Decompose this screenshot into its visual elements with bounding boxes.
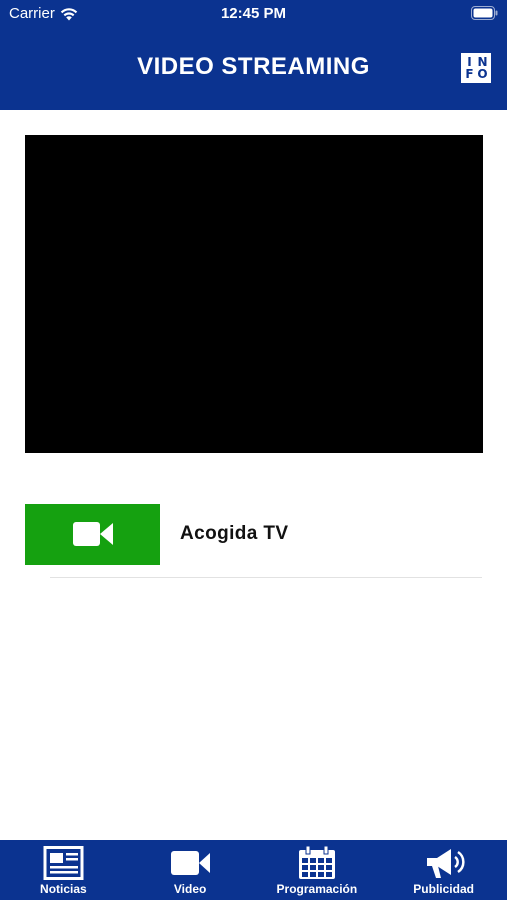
tab-programacion[interactable]: Programación [254,840,381,900]
tab-video[interactable]: Video [127,840,254,900]
tab-noticias[interactable]: Noticias [0,840,127,900]
tab-label: Video [173,882,207,896]
video-camera-icon [72,522,113,546]
tab-label: Programación [276,882,358,896]
page-title: VIDEO STREAMING [137,53,370,80]
megaphone-icon [426,849,465,878]
tab-label: Publicidad [413,882,474,896]
channel-item-acogida-tv[interactable]: Acogida TV [25,503,483,565]
app-screen: Carrier 12:45 PM VIDEO STREAMING I N F O [0,0,507,900]
info-letter: F [465,67,474,81]
battery-icon [471,6,498,20]
channel-thumbnail [25,503,160,565]
tab-publicidad[interactable]: Publicidad [380,840,507,900]
calendar-icon [298,846,335,879]
status-time: 12:45 PM [220,5,287,22]
video-player[interactable] [25,135,483,453]
channel-name: Acogida TV [180,523,289,544]
info-button[interactable]: I N F O [461,53,491,83]
status-bar: Carrier 12:45 PM [0,0,507,28]
tab-bar: Noticias Video Programación Publicidad [0,840,507,900]
info-letter: O [477,67,488,81]
list-divider [50,577,482,578]
tab-label: Noticias [40,882,87,896]
newspaper-icon [43,846,84,880]
video-camera-icon [171,851,211,875]
header: Carrier 12:45 PM VIDEO STREAMING I N F O [0,0,507,110]
